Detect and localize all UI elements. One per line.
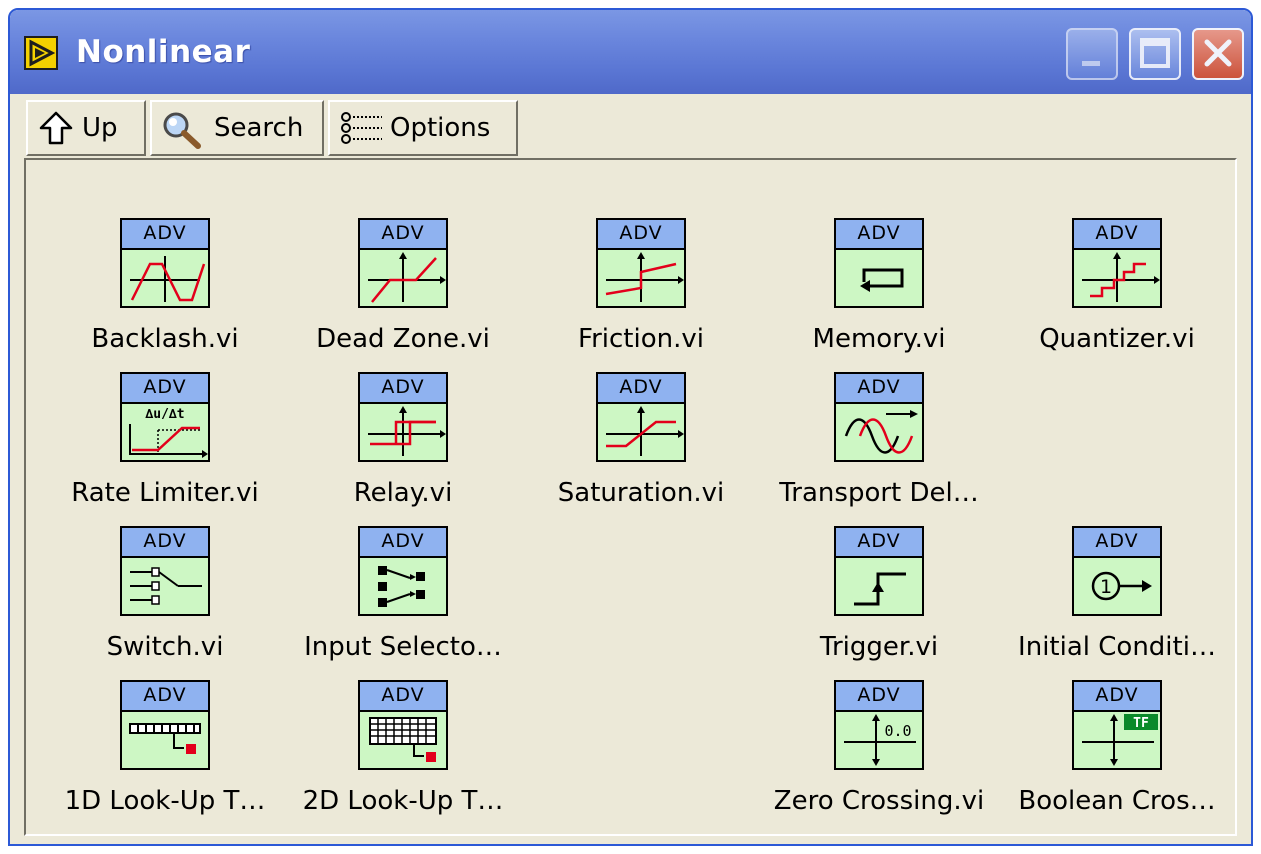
svg-text:∆u/∆t: ∆u/∆t (144, 407, 184, 422)
item-label: Saturation.vi (557, 478, 725, 508)
minimize-button[interactable] (1066, 28, 1118, 80)
relay-icon: ADV (358, 372, 448, 462)
switch-icon: ADV (120, 526, 210, 616)
friction-icon: ADV (596, 218, 686, 308)
dead-zone-icon: ADV (358, 218, 448, 308)
palette-item-input-selector[interactable]: ADV Input Selecto… (288, 526, 518, 676)
saturation-icon: ADV (596, 372, 686, 462)
minimize-icon (1082, 61, 1100, 66)
maximize-button[interactable] (1129, 28, 1181, 80)
nonlinear-palette-window: Nonlinear Up Search Options ADV Backlash… (8, 8, 1253, 846)
zero-crossing-value: 0.0 (884, 722, 911, 740)
item-label: 1D Look-Up T… (64, 786, 266, 816)
transport-delay-icon: ADV (834, 372, 924, 462)
item-label: Trigger.vi (819, 632, 939, 662)
rate-limiter-icon: ADV ∆u/∆t (120, 372, 210, 462)
palette-item-zero-crossing[interactable]: ADV 0.0 Zero Crossing.vi (764, 680, 994, 830)
item-label: Input Selecto… (304, 632, 502, 662)
palette-item-switch[interactable]: ADV Switch.vi (50, 526, 280, 676)
quantizer-icon: ADV (1072, 218, 1162, 308)
options-icon (341, 112, 382, 144)
palette-item-quantizer[interactable]: ADV Quantizer.vi (1002, 218, 1232, 368)
palette-item-memory[interactable]: ADV Memory.vi (764, 218, 994, 368)
palette-item-rate-limiter[interactable]: ADV ∆u/∆t Rate Limiter.vi (50, 372, 280, 522)
item-label: 2D Look-Up T… (302, 786, 504, 816)
palette-item-trigger[interactable]: ADV Trigger.vi (764, 526, 994, 676)
item-label: Rate Limiter.vi (71, 478, 259, 508)
title-bar[interactable]: Nonlinear (10, 10, 1251, 94)
zero-crossing-icon: ADV 0.0 (834, 680, 924, 770)
item-label: Memory.vi (812, 324, 946, 354)
palette-item-relay[interactable]: ADV Relay.vi (288, 372, 518, 522)
options-label: Options (390, 113, 491, 143)
lookup-2d-icon: ADV (358, 680, 448, 770)
memory-icon: ADV (834, 218, 924, 308)
palette-item-backlash[interactable]: ADV Backlash.vi (50, 218, 280, 368)
window-title: Nonlinear (76, 34, 251, 70)
vi-palette: ADV Backlash.vi ADV Dead Zone.vi ADV Fri… (24, 158, 1237, 836)
close-icon (1204, 39, 1232, 67)
item-label: Friction.vi (578, 324, 704, 354)
palette-item-transport-delay[interactable]: ADV Transport Del… (764, 372, 994, 522)
item-label: Transport Del… (779, 478, 979, 508)
palette-item-boolean-crossing[interactable]: ADV TF Boolean Cros… (1002, 680, 1232, 830)
up-label: Up (82, 113, 118, 143)
up-arrow-icon (39, 111, 73, 145)
initial-condition-value: 1 (1100, 576, 1112, 598)
search-button[interactable]: Search (150, 100, 324, 156)
search-label: Search (214, 113, 304, 143)
item-label: Dead Zone.vi (316, 324, 490, 354)
boolean-crossing-value: TF (1133, 716, 1149, 731)
initial-condition-icon: ADV 1 (1072, 526, 1162, 616)
item-label: Relay.vi (353, 478, 453, 508)
item-label: Initial Conditi… (1018, 632, 1216, 662)
item-label: Backlash.vi (91, 324, 239, 354)
input-selector-icon: ADV (358, 526, 448, 616)
palette-item-lookup-1d[interactable]: ADV 1D Look-Up T… (50, 680, 280, 830)
palette-item-friction[interactable]: ADV Friction.vi (526, 218, 756, 368)
labview-vi-icon[interactable] (24, 36, 58, 70)
item-label: Boolean Cros… (1018, 786, 1216, 816)
up-button[interactable]: Up (26, 100, 146, 156)
palette-item-initial-condition[interactable]: ADV 1 Initial Conditi… (1002, 526, 1232, 676)
item-label: Zero Crossing.vi (773, 786, 985, 816)
backlash-icon: ADV (120, 218, 210, 308)
item-label: Quantizer.vi (1039, 324, 1195, 354)
close-button[interactable] (1192, 28, 1244, 80)
item-label: Switch.vi (106, 632, 224, 662)
palette-item-dead-zone[interactable]: ADV Dead Zone.vi (288, 218, 518, 368)
search-icon (163, 112, 201, 149)
palette-item-lookup-2d[interactable]: ADV 2D Look-Up T… (288, 680, 518, 830)
boolean-crossing-icon: ADV TF (1072, 680, 1162, 770)
lookup-1d-icon: ADV (120, 680, 210, 770)
options-button[interactable]: Options (328, 100, 518, 156)
palette-toolbar: Up Search Options (24, 98, 1237, 158)
trigger-icon: ADV (834, 526, 924, 616)
palette-item-saturation[interactable]: ADV Saturation.vi (526, 372, 756, 522)
